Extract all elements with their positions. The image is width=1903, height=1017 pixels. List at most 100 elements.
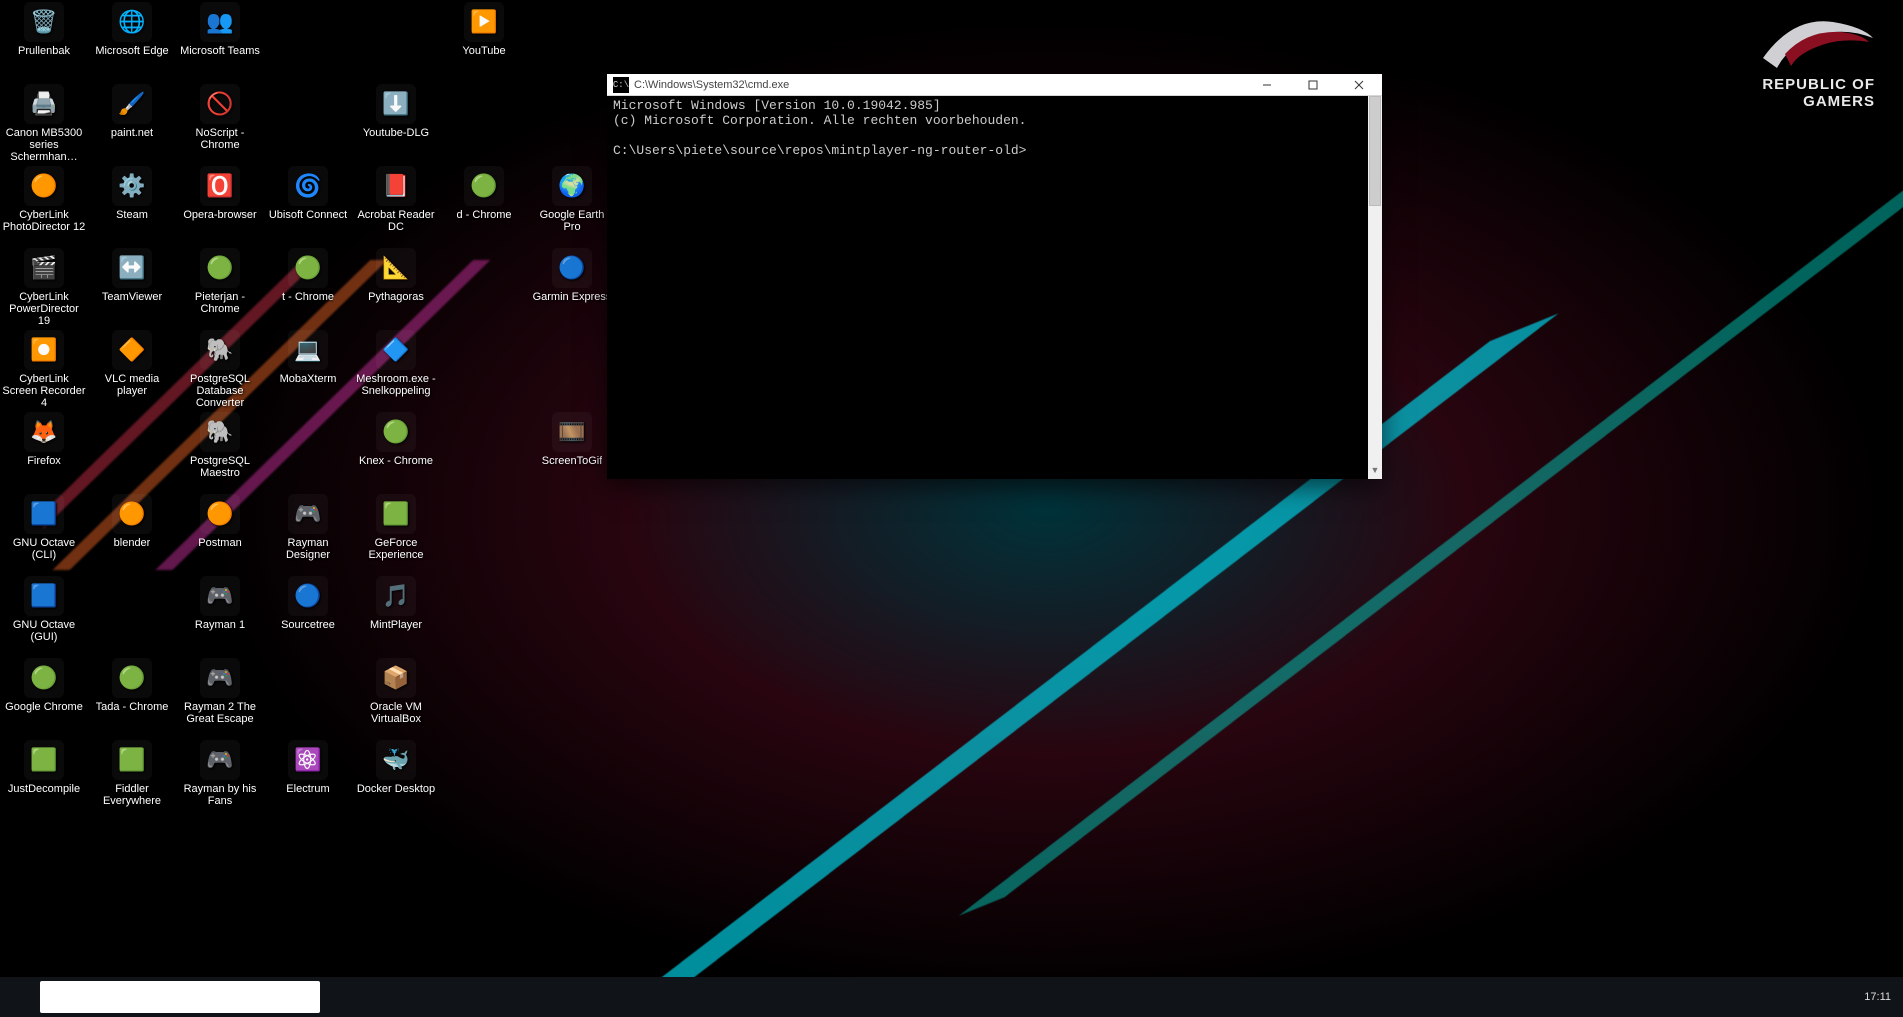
desktop-icon[interactable]: ⬇️Youtube-DLG	[352, 82, 440, 164]
desktop-icon[interactable]: 🗑️Prullenbak	[0, 0, 88, 82]
app-icon: 🔶	[112, 330, 152, 370]
desktop-icon-label: Electrum	[286, 783, 329, 795]
app-icon: 🟢	[288, 248, 328, 288]
close-button[interactable]	[1336, 74, 1382, 96]
desktop-icon[interactable]: 🅾️Opera-browser	[176, 164, 264, 246]
desktop-icon[interactable]: 🟢Tada - Chrome	[88, 656, 176, 738]
app-icon: 🌐	[112, 2, 152, 42]
rog-text-2: GAMERS	[1695, 93, 1875, 110]
desktop-icon-label: Google Chrome	[5, 701, 83, 713]
desktop-icon-label: NoScript - Chrome	[178, 127, 262, 151]
desktop-icon[interactable]: 🟠CyberLink PhotoDirector 12	[0, 164, 88, 246]
desktop-icon[interactable]: 🔷Meshroom.exe - Snelkoppeling	[352, 328, 440, 410]
desktop-icon-label: ScreenToGif	[542, 455, 603, 467]
desktop-icon-label: Prullenbak	[18, 45, 70, 57]
desktop-icon[interactable]: ▶️YouTube	[440, 0, 528, 82]
app-icon: 🎞️	[552, 412, 592, 452]
desktop-icon-label: CyberLink PowerDirector 19	[2, 291, 86, 327]
desktop-icon-label: d - Chrome	[456, 209, 511, 221]
desktop-icon[interactable]: 🐘PostgreSQL Database Converter	[176, 328, 264, 410]
desktop-icon-label: TeamViewer	[102, 291, 162, 303]
desktop-icon-label: Youtube-DLG	[363, 127, 429, 139]
desktop-icon[interactable]: 🟢 Pieterjan - Chrome	[176, 246, 264, 328]
cmd-line-version: Microsoft Windows [Version 10.0.19042.98…	[613, 98, 941, 113]
desktop-icon[interactable]: 🎮Rayman 1	[176, 574, 264, 656]
app-icon: 🦊	[24, 412, 64, 452]
desktop-icon[interactable]: 🐘PostgreSQL Maestro	[176, 410, 264, 492]
app-icon: 🟠	[112, 494, 152, 534]
desktop-icon-label: Ubisoft Connect	[269, 209, 347, 221]
desktop-icon[interactable]: 🎬CyberLink PowerDirector 19	[0, 246, 88, 328]
scroll-down-icon[interactable]: ▼	[1368, 465, 1382, 479]
desktop-icon[interactable]: 🎞️ ScreenToGif	[528, 410, 616, 492]
desktop-icon[interactable]: 📕Acrobat Reader DC	[352, 164, 440, 246]
desktop-icon[interactable]: 🟠blender	[88, 492, 176, 574]
app-icon: 🟦	[24, 576, 64, 616]
desktop-icon[interactable]: 📦Oracle VM VirtualBox	[352, 656, 440, 738]
desktop-icon-label: Pieterjan - Chrome	[178, 291, 262, 315]
desktop-icon[interactable]: 🔶VLC media player	[88, 328, 176, 410]
desktop-icon-label: GNU Octave (GUI)	[2, 619, 86, 643]
app-icon: ⚛️	[288, 740, 328, 780]
app-icon: 🟢	[200, 248, 240, 288]
desktop-icon[interactable]: 🌀Ubisoft Connect	[264, 164, 352, 246]
cmd-scrollbar[interactable]: ▲ ▼	[1368, 96, 1382, 479]
desktop-icon[interactable]: 🟩GeForce Experience	[352, 492, 440, 574]
app-icon: 🔵	[288, 576, 328, 616]
desktop-icon-label: Rayman 2 The Great Escape	[178, 701, 262, 725]
desktop-icon-label: Rayman by his Fans	[178, 783, 262, 807]
desktop-icon[interactable]: 🖨️Canon MB5300 series Schermhan…	[0, 82, 88, 164]
desktop-icon[interactable]: 🟢Knex - Chrome	[352, 410, 440, 492]
desktop-icon[interactable]: 🟢Google Chrome	[0, 656, 88, 738]
minimize-button[interactable]	[1244, 74, 1290, 96]
desktop-icon[interactable]: 🎵MintPlayer	[352, 574, 440, 656]
app-icon: 🐘	[200, 330, 240, 370]
desktop-icon[interactable]: 💻MobaXterm	[264, 328, 352, 410]
desktop-icon-label: paint.net	[111, 127, 153, 139]
desktop-icon[interactable]: 🦊Firefox	[0, 410, 88, 492]
desktop-icon[interactable]: 🎮Rayman by his Fans	[176, 738, 264, 820]
app-icon: 📐	[376, 248, 416, 288]
desktop-icon[interactable]: ⚛️ Electrum	[264, 738, 352, 820]
app-icon: 🟠	[200, 494, 240, 534]
rog-text-1: REPUBLIC OF	[1695, 76, 1875, 93]
desktop-icon[interactable]: 🔵Sourcetree	[264, 574, 352, 656]
app-icon: 🟩	[112, 740, 152, 780]
rog-badge: REPUBLIC OF GAMERS	[1695, 8, 1875, 110]
desktop-icon[interactable]: 🟢t - Chrome	[264, 246, 352, 328]
desktop-icon[interactable]: 🟦GNU Octave (CLI)	[0, 492, 88, 574]
desktop-icon[interactable]: 🟩JustDecompile	[0, 738, 88, 820]
desktop-icon[interactable]: 🌍Google Earth Pro	[528, 164, 616, 246]
desktop-icon[interactable]: ⏺️CyberLink Screen Recorder 4	[0, 328, 88, 410]
cmd-titlebar[interactable]: C:\ C:\Windows\System32\cmd.exe	[607, 74, 1382, 96]
app-icon: 🖌️	[112, 84, 152, 124]
desktop-icon-label: PostgreSQL Maestro	[178, 455, 262, 479]
desktop-icon[interactable]: ↔️ TeamViewer	[88, 246, 176, 328]
desktop-icon[interactable]: 👥Microsoft Teams	[176, 0, 264, 82]
desktop-icon[interactable]: 🟦 GNU Octave (GUI)	[0, 574, 88, 656]
desktop-icon[interactable]: 🌐Microsoft Edge	[88, 0, 176, 82]
desktop-icon[interactable]: 🟩Fiddler Everywhere	[88, 738, 176, 820]
desktop-icon[interactable]: 🎮Rayman Designer	[264, 492, 352, 574]
taskbar-search[interactable]	[40, 981, 320, 1013]
cmd-body[interactable]: Microsoft Windows [Version 10.0.19042.98…	[607, 96, 1368, 479]
scroll-thumb[interactable]	[1369, 96, 1381, 206]
maximize-button[interactable]	[1290, 74, 1336, 96]
app-icon: 🖨️	[24, 84, 64, 124]
desktop-icon[interactable]: 🚫NoScript - Chrome	[176, 82, 264, 164]
app-icon: ↔️	[112, 248, 152, 288]
app-icon: 🎬	[24, 248, 64, 288]
app-icon: 🅾️	[200, 166, 240, 206]
desktop-icon[interactable]: ⚙️Steam	[88, 164, 176, 246]
app-icon: 🔷	[376, 330, 416, 370]
desktop-icon[interactable]: 🟢d - Chrome	[440, 164, 528, 246]
app-icon: 🎮	[200, 658, 240, 698]
taskbar[interactable]: 17:11	[0, 977, 1903, 1017]
desktop-icon[interactable]: 🔵Garmin Express	[528, 246, 616, 328]
desktop-icon[interactable]: 🎮 Rayman 2 The Great Escape	[176, 656, 264, 738]
desktop-icon[interactable]: 🐳Docker Desktop	[352, 738, 440, 820]
desktop-icon[interactable]: 🖌️ paint.net	[88, 82, 176, 164]
desktop-icon-label: Rayman Designer	[266, 537, 350, 561]
desktop-icon[interactable]: 📐Pythagoras	[352, 246, 440, 328]
desktop-icon[interactable]: 🟠Postman	[176, 492, 264, 574]
